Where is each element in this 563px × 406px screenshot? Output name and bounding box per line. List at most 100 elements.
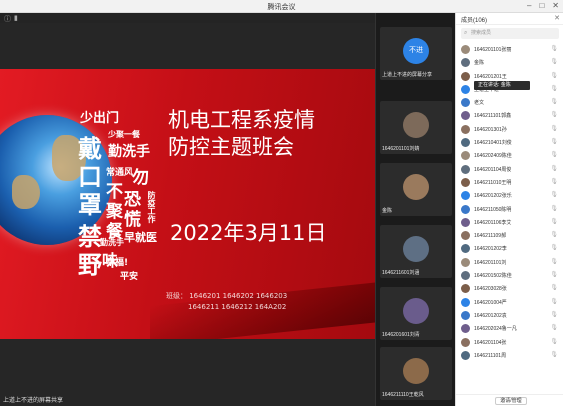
avatar [403,358,429,384]
member-row[interactable]: 1646211109郝 🎙 [456,229,563,242]
member-name: 1646211010王明 [474,179,512,186]
member-row[interactable]: 1646201004严 🎙 [456,296,563,309]
member-name: 1646201202张乐 [474,193,512,200]
mic-icon[interactable]: 🎙 [550,191,558,198]
member-row[interactable]: 老文 🎙 [456,96,563,109]
member-row[interactable]: 1646201104张 🎙 [456,336,563,349]
video-tile[interactable]: 1646201101刘婧 [380,101,452,154]
mic-icon[interactable]: 🎙 [550,311,558,318]
member-row[interactable]: 1646211101郭鑫 🎙 [456,109,563,122]
member-row[interactable]: 1646201101刘 🎙 [456,256,563,269]
window-title: 腾讯会议 [267,4,296,11]
video-tile[interactable]: 金陈 [380,163,452,216]
mic-icon[interactable]: 🎙 [550,165,558,172]
member-row[interactable]: 1646211050陈明 🎙 [456,203,563,216]
mic-icon[interactable]: 🎙 [550,98,558,105]
mic-icon[interactable]: 🎙 [550,338,558,345]
mic-icon[interactable]: 🎙 [550,258,558,265]
video-tile[interactable]: 1646211601刘涵 [380,225,452,278]
avatar [403,112,429,138]
member-row[interactable]: 1646201202袁 🎙 [456,309,563,322]
mic-icon[interactable]: 🎙 [550,218,558,225]
mic-icon[interactable]: 🎙 [550,72,558,79]
member-row[interactable]: 1646211101周 🎙 [456,349,563,362]
mic-icon[interactable]: 🎙 [550,271,558,278]
mic-icon[interactable]: 🎙 [550,231,558,238]
mic-icon[interactable]: 🎙 [550,125,558,132]
member-row[interactable]: 1646201502陈佳 🎙 [456,269,563,282]
stage-footer: 上道上不进的屏幕共享 [0,394,375,406]
close-panel-icon[interactable]: ✕ [554,14,560,22]
member-row[interactable]: 1646202024鲁一凡 🎙 [456,322,563,335]
avatar [403,298,429,324]
minimize-icon[interactable]: – [527,1,531,10]
mic-icon[interactable]: 🎙 [550,284,558,291]
member-search-input[interactable]: ⌕ 搜索成员 [461,28,559,39]
mic-icon[interactable]: 🎙 [550,111,558,118]
mic-icon[interactable]: 🎙 [550,324,558,331]
member-row[interactable]: 1646211010王明 🎙 [456,176,563,189]
video-strip: 不进 上道上不进的屏幕分享 1646201101刘婧 金陈 1646211601… [375,13,455,406]
slogan-word: 早就医 [124,231,157,244]
mic-icon[interactable]: 🎙 [550,151,558,158]
mic-icon[interactable]: 🎙 [550,45,558,52]
member-avatar [461,45,470,54]
member-name: 1646201004严 [474,299,507,306]
speaking-tooltip: 正在讲话: 金陈 [474,81,530,90]
avatar [403,236,429,262]
slogan-word: 平安 [120,272,139,282]
invite-manage-button[interactable]: 邀请/管理 [495,397,527,405]
close-icon[interactable]: ✕ [552,1,559,10]
slogan-word: 少聚一餐 [108,130,140,139]
mic-icon[interactable]: 🎙 [550,244,558,251]
member-row[interactable]: 1646201104周俊 🎙 [456,163,563,176]
member-row[interactable]: 1646201202张乐 🎙 [456,189,563,202]
member-name: 老文 [474,100,485,107]
member-row[interactable]: 金陈 🎙 [456,56,563,69]
mic-icon[interactable]: 🎙 [550,178,558,185]
search-placeholder: 搜索成员 [471,30,492,36]
member-name: 1646210401刘俊 [474,140,512,147]
member-row[interactable]: 1646201202李 🎙 [456,242,563,255]
member-avatar [461,71,470,81]
member-avatar [461,257,470,267]
member-avatar [461,324,470,334]
member-row[interactable]: 1646203028张 🎙 [456,282,563,295]
member-row[interactable]: 1646210401刘俊 🎙 [456,136,563,149]
mic-icon[interactable]: 🎙 [550,205,558,212]
slogan-word: 慌 [124,210,141,230]
slogan-word: 防疫工作 [147,191,156,223]
slide-title: 机电工程系疫情 防控主题班会 [168,107,315,161]
mic-icon[interactable]: 🎙 [550,138,558,145]
member-name: 1646211101周 [474,352,507,359]
mic-icon[interactable]: 🎙 [550,85,558,92]
mic-icon[interactable]: 🎙 [550,58,558,65]
video-tile[interactable]: 1646201601刘青 [380,287,452,340]
shared-screen: 少出门 戴 口 罩 禁 野 少聚一餐 勤洗手 常通风 不 聚 餐 勿 恐 慌 防… [0,23,375,406]
slide-title-line: 机电工程系疫情 [168,108,315,132]
signal-icon[interactable]: ▮ [14,14,18,22]
member-row[interactable]: 1646202409陈佳 🎙 [456,149,563,162]
slogan-word: 勤洗手 [108,144,150,160]
member-name: 1646201202李 [474,246,507,253]
video-tile[interactable]: 1646211110王乾风 [380,347,452,400]
video-tile[interactable]: 不进 上道上不进的屏幕分享 [380,27,452,80]
meeting-window: 腾讯会议 – □ ✕ ⓘ ▮ 少出门 戴 口 罩 禁 野 少聚一餐 勤洗手 常通… [0,0,563,406]
member-row[interactable]: 1646201106李艾 🎙 [456,216,563,229]
member-avatar [461,151,470,161]
member-name: 1646201101张丽 [474,47,512,53]
mic-icon[interactable]: 🎙 [550,298,558,305]
title-bar: 腾讯会议 – □ ✕ [0,0,563,13]
globe-land [12,175,40,209]
members-header: 成员(106) ✕ [456,13,563,25]
maximize-icon[interactable]: □ [539,1,544,10]
slogan-word: 野 [78,251,102,279]
mic-icon[interactable]: 🎙 [550,351,558,358]
member-row[interactable]: 1646201101张丽 🎙 [456,43,563,56]
member-avatar [461,350,470,360]
member-name: 1646202409陈佳 [474,153,512,160]
video-caption: 上道上不进的屏幕分享 [382,72,433,78]
member-row[interactable]: 1646201301孙 🎙 [456,123,563,136]
member-name: 1646201201王 [474,73,507,80]
member-avatar [461,271,470,281]
